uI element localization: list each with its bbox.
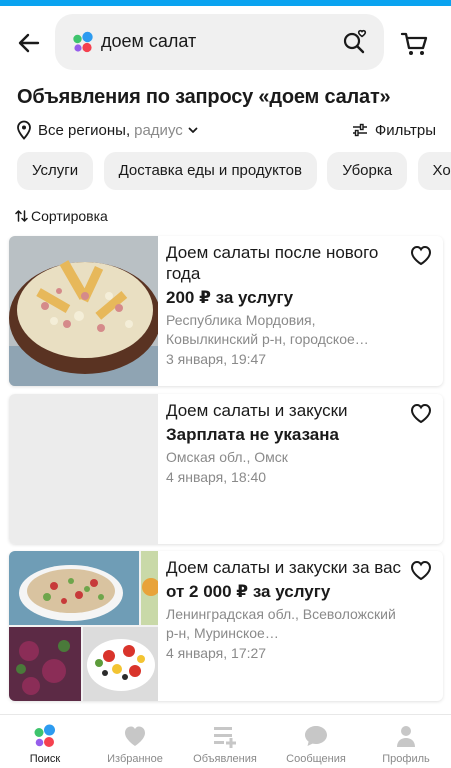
nav-label: Избранное — [107, 753, 163, 765]
region-selector[interactable]: Все регионы, радиус — [15, 118, 199, 142]
bottom-navigation: Поиск Избранное Объявления Сообщения Про… — [0, 714, 451, 768]
heart-icon — [125, 726, 145, 746]
ads-icon — [214, 727, 236, 748]
listing-location: Омская обл., Омск — [166, 449, 288, 465]
listing-location: Ленинградская обл., Всеволожский р-н, Му… — [166, 606, 396, 641]
listing-price: 200 ₽ за услугу — [166, 288, 294, 307]
chip-hobby[interactable]: Хобби — [417, 152, 451, 190]
chip-services[interactable]: Услуги — [17, 152, 94, 190]
listing-date: 3 января, 19:47 — [166, 351, 267, 367]
radius-label: радиус — [134, 121, 183, 139]
chat-icon — [305, 726, 327, 746]
listing-title[interactable]: Доем салаты и закуски — [166, 400, 406, 421]
back-button[interactable] — [12, 26, 46, 60]
listing-photo-placeholder[interactable] — [9, 394, 158, 544]
location-pin-icon — [17, 120, 31, 140]
nav-label: Профиль — [382, 753, 430, 765]
page-title: Объявления по запросу «доем салат» — [17, 86, 391, 108]
heart-icon[interactable] — [409, 402, 433, 424]
salad-bowl-image — [9, 236, 158, 386]
sort-button[interactable]: Сортировка — [15, 206, 108, 226]
listing-photo-collage[interactable] — [9, 551, 158, 701]
filters-button[interactable]: Фильтры — [352, 118, 436, 142]
nav-messages[interactable]: Сообщения — [276, 723, 356, 765]
nav-profile[interactable]: Профиль — [366, 723, 446, 765]
nav-ads[interactable]: Объявления — [185, 723, 265, 765]
search-input[interactable]: доем салат — [55, 14, 384, 70]
listing-date: 4 января, 18:40 — [166, 469, 267, 485]
sort-arrows-icon — [15, 210, 28, 222]
profile-icon — [397, 726, 415, 747]
nav-search[interactable]: Поиск — [5, 723, 85, 765]
status-accent-bar — [0, 0, 451, 6]
arrow-left-icon — [18, 33, 40, 53]
listing-title[interactable]: Доем салаты и закуски за вас — [166, 557, 406, 578]
search-query-text: доем салат — [101, 31, 197, 51]
region-label: Все регионы, — [38, 121, 131, 139]
avito-logo-icon — [73, 31, 93, 53]
listing-card[interactable]: Доем салаты и закуски Зарплата не указан… — [9, 394, 443, 544]
filters-label: Фильтры — [374, 121, 436, 139]
search-logo-icon — [34, 724, 55, 747]
listing-price: от 2 000 ₽ за услугу — [166, 582, 331, 601]
sort-label: Сортировка — [31, 208, 108, 224]
listing-info: Доем салаты и закуски Зарплата не указан… — [166, 400, 406, 487]
search-header: доем салат — [0, 14, 451, 70]
chevron-down-icon — [188, 127, 198, 133]
nav-favorites[interactable]: Избранное — [95, 723, 175, 765]
nav-label: Объявления — [193, 753, 257, 765]
filter-sliders-icon — [352, 123, 367, 137]
listing-title[interactable]: Доем салаты после нового года — [166, 242, 406, 284]
listing-card[interactable]: Доем салаты после нового года 200 ₽ за у… — [9, 236, 443, 386]
listing-info: Доем салаты после нового года 200 ₽ за у… — [166, 242, 406, 369]
chip-cleaning[interactable]: Уборка — [327, 152, 408, 190]
salads-collage-image — [9, 551, 158, 701]
cart-icon — [400, 32, 428, 55]
listing-info: Доем салаты и закуски за вас от 2 000 ₽ … — [166, 557, 406, 663]
cart-button[interactable] — [398, 26, 432, 60]
nav-label: Поиск — [29, 753, 61, 765]
heart-icon[interactable] — [409, 559, 433, 581]
category-chips: Услуги Доставка еды и продуктов Уборка Х… — [17, 152, 451, 192]
nav-label: Сообщения — [286, 753, 346, 765]
listing-date: 4 января, 17:27 — [166, 645, 267, 661]
listing-photo[interactable] — [9, 236, 158, 386]
heart-icon[interactable] — [409, 244, 433, 266]
listing-location: Республика Мордовия, Ковылкинский р-н, г… — [166, 312, 369, 347]
saved-search-icon[interactable] — [340, 27, 370, 57]
listing-card[interactable]: Доем салаты и закуски за вас от 2 000 ₽ … — [9, 551, 443, 701]
listing-price: Зарплата не указана — [166, 425, 339, 444]
chip-food-delivery[interactable]: Доставка еды и продуктов — [103, 152, 317, 190]
